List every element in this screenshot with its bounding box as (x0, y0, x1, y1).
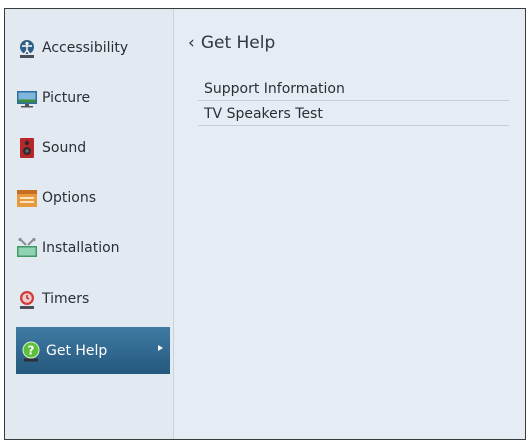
sidebar-item-accessibility[interactable]: Accessibility (16, 26, 170, 70)
sidebar-item-installation[interactable]: Installation (16, 226, 170, 270)
sidebar-item-timers[interactable]: Timers (16, 277, 170, 321)
sidebar-item-label: Picture (42, 90, 91, 106)
accessibility-icon (16, 37, 38, 59)
sidebar-item-label: Sound (42, 140, 87, 156)
sidebar-item-label: Options (42, 190, 97, 206)
menu-item-support-information[interactable]: Support Information (198, 77, 509, 101)
main-panel: ‹ Get Help Support Information TV Speake… (174, 9, 525, 439)
back-chevron-icon[interactable]: ‹ (188, 33, 195, 53)
sound-icon (16, 137, 38, 159)
svg-text:?: ? (28, 343, 35, 357)
sidebar-item-label: Get Help (46, 342, 108, 359)
sidebar-item-sound[interactable]: Sound (16, 126, 170, 170)
menu-item-label: Support Information (204, 80, 345, 97)
tv-settings-window: Accessibility Picture Sound Options Inst… (4, 8, 526, 440)
menu-item-tv-speakers-test[interactable]: TV Speakers Test (198, 102, 509, 126)
picture-icon (16, 87, 38, 109)
sidebar-item-options[interactable]: Options (16, 176, 170, 220)
menu-item-label: TV Speakers Test (204, 105, 323, 122)
page-title: ‹ Get Help (188, 33, 275, 53)
sidebar-item-label: Accessibility (42, 40, 129, 56)
page-title-text: Get Help (200, 33, 276, 53)
options-icon (16, 187, 38, 209)
sidebar-item-label: Installation (42, 240, 120, 256)
sidebar-item-label: Timers (42, 291, 90, 307)
sidebar-item-picture[interactable]: Picture (16, 76, 170, 120)
settings-sidebar: Accessibility Picture Sound Options Inst… (5, 9, 174, 439)
installation-icon (16, 237, 38, 259)
chevron-right-icon (158, 345, 163, 351)
get-help-icon: ? (20, 340, 42, 362)
sidebar-item-get-help[interactable]: ? Get Help (16, 327, 170, 374)
timers-icon (16, 288, 38, 310)
